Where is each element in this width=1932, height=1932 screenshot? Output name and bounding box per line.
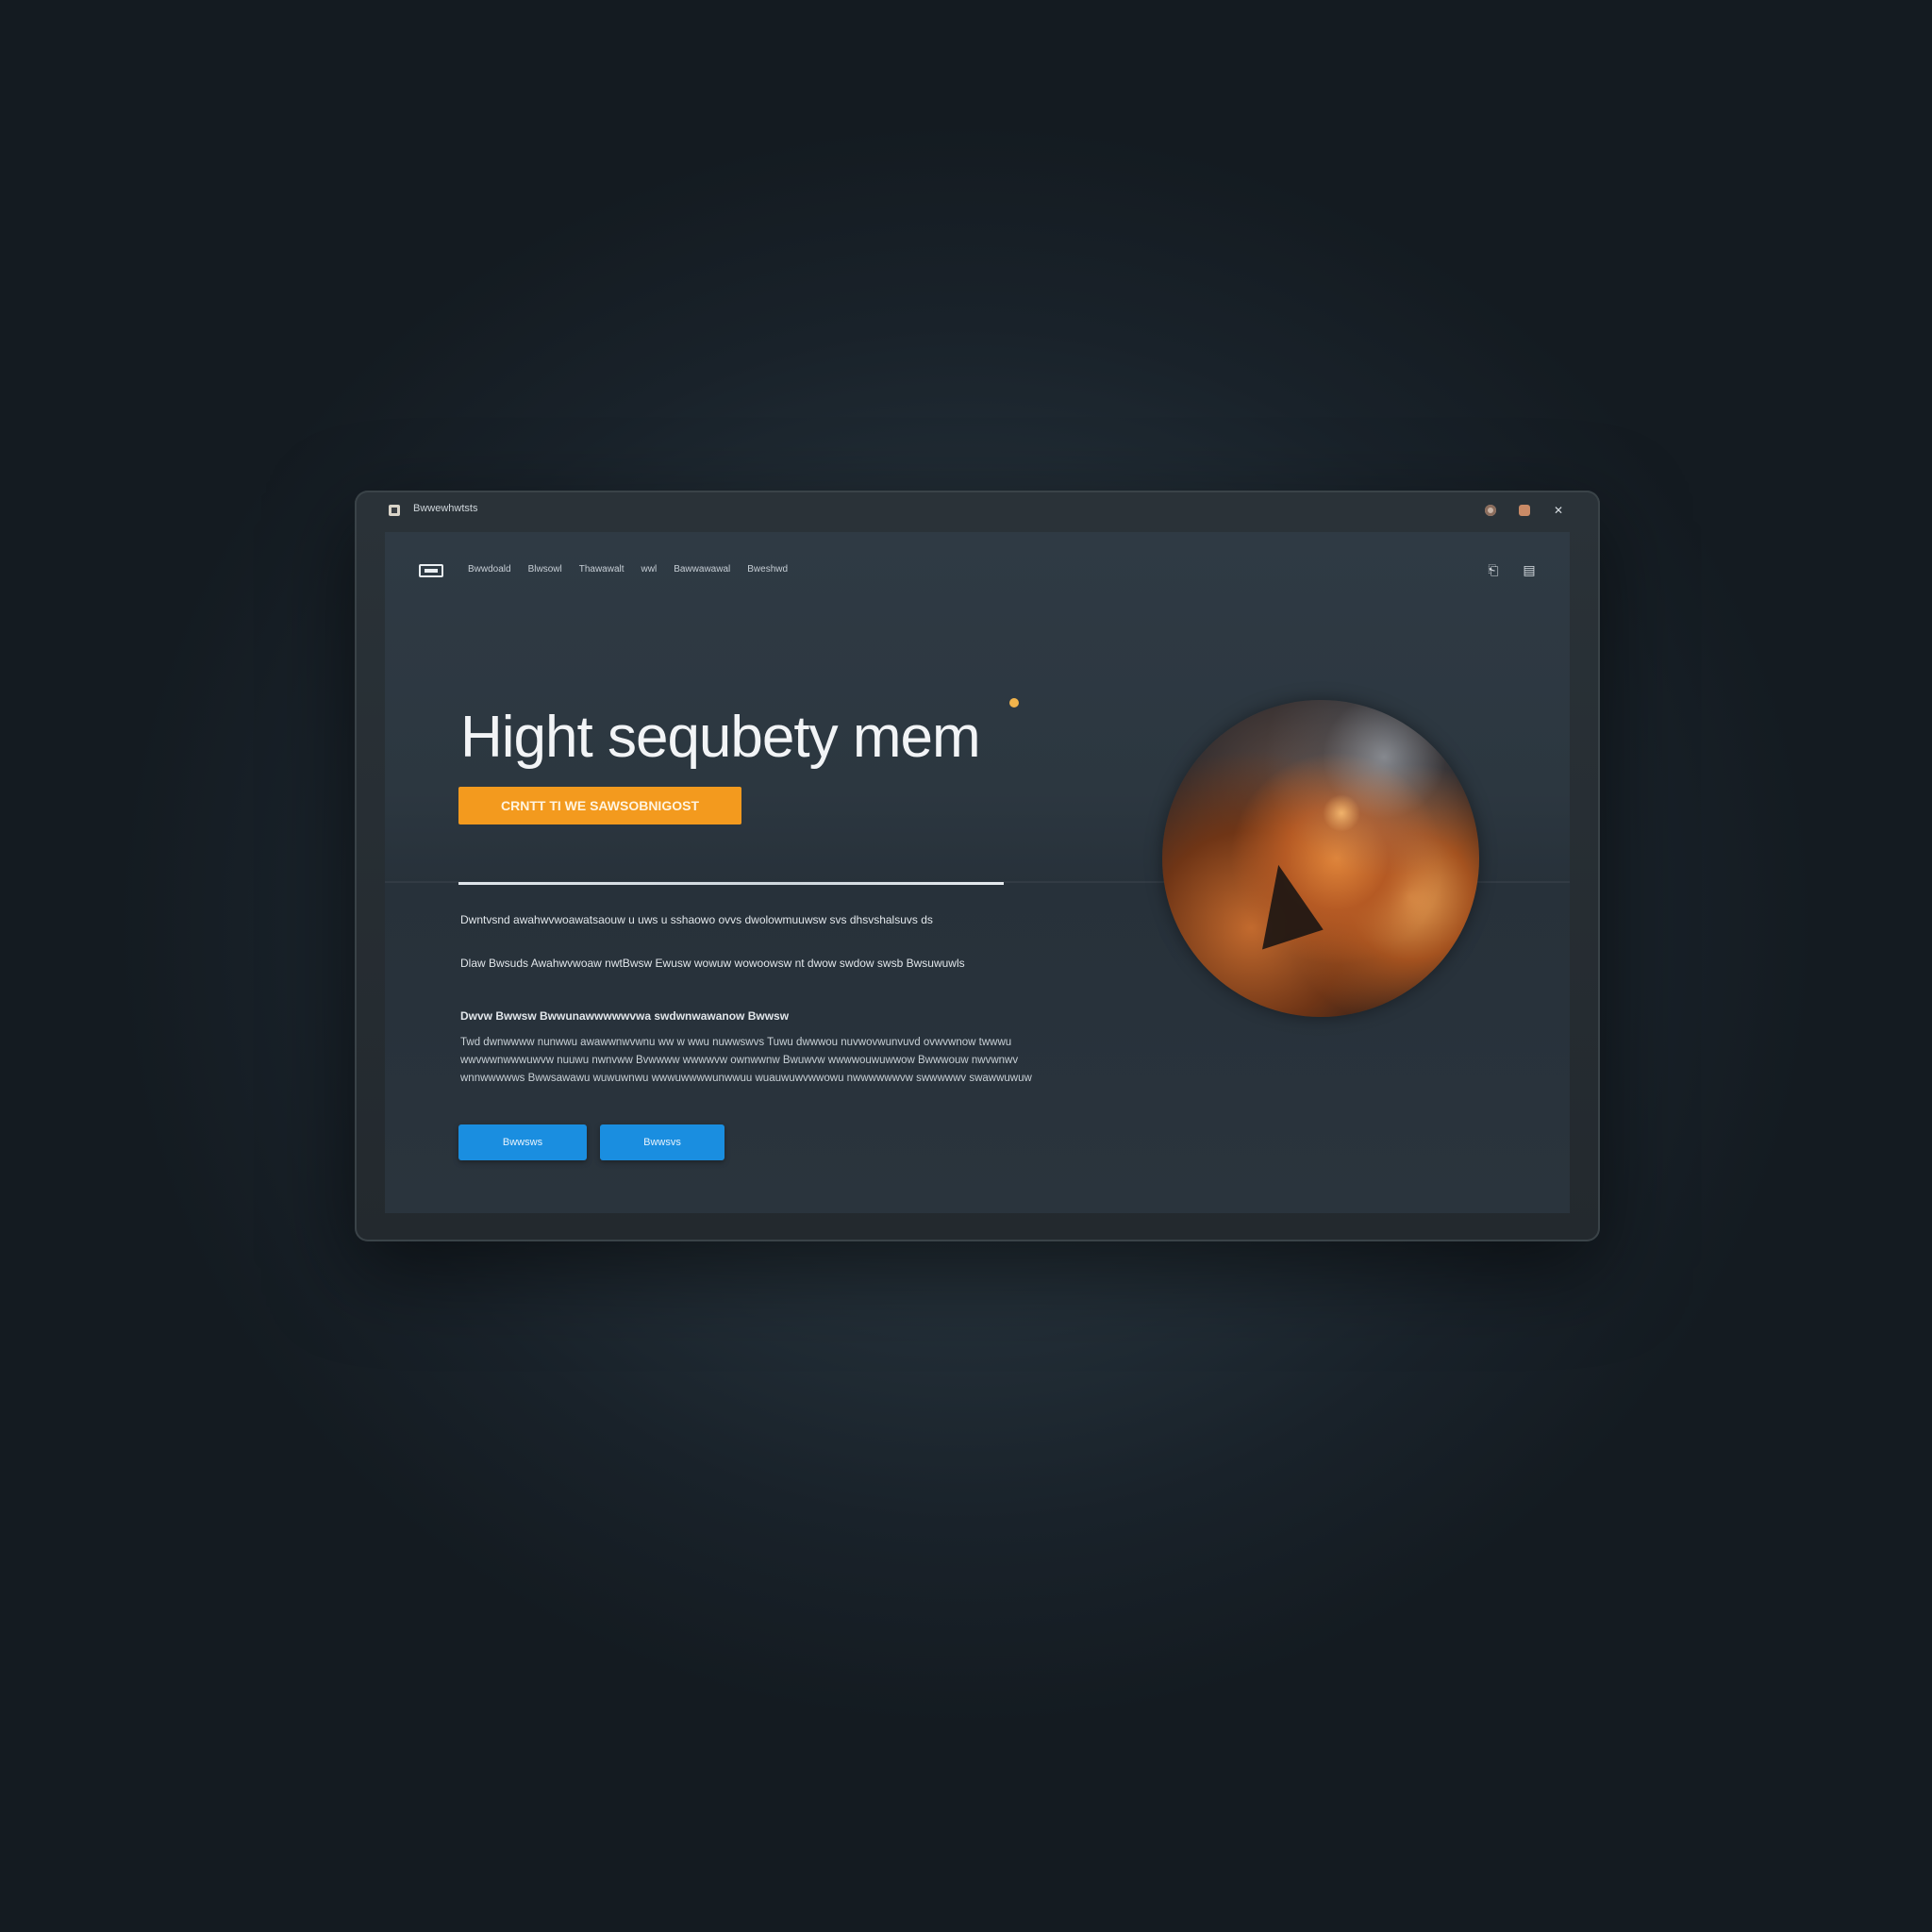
menu-icon[interactable]: ▤ [1521, 562, 1538, 577]
hero-image [1162, 700, 1479, 1017]
hero-title: Hight sequbety mem [460, 704, 981, 770]
page-viewport: Bwwdoald Blwsowl Thawawalt wwl Bawwawawa… [385, 532, 1570, 1213]
logo-icon[interactable] [419, 564, 443, 577]
record-icon[interactable] [1485, 505, 1496, 516]
horizontal-rule [458, 882, 1004, 885]
window-title: Bwwewhwtsts [413, 503, 478, 514]
browser-window: Bwwewhwtsts ✕ Bwwdoald Blwsowl Thawawalt… [355, 491, 1600, 1241]
title-bar: Bwwewhwtsts ✕ [355, 491, 1600, 532]
minimize-button[interactable] [1519, 505, 1530, 516]
cta-button[interactable]: CRNTT TI WE SAWSOBNIGOST [458, 787, 741, 824]
nav-link[interactable]: Bawwawawal [674, 564, 730, 575]
body-paragraph: Dwntvsnd awahwvwoawatsaouw u uws u sshao… [460, 913, 933, 926]
nav-link[interactable]: Bweshwd [747, 564, 788, 575]
nav-link[interactable]: Thawawalt [579, 564, 625, 575]
secondary-button[interactable]: Bwwsvs [600, 1124, 724, 1160]
section-heading: Dwvw Bwwsw Bwwunawwwwwvwa swdwnwawanow B… [460, 1009, 790, 1023]
primary-button[interactable]: Bwwsws [458, 1124, 587, 1160]
body-paragraph: Twd dwnwwww nunwwu awawwnwvwnu ww w wwu … [460, 1036, 1032, 1084]
image-highlight [1323, 794, 1360, 832]
body-paragraph: Dlaw Bwsuds Awahwvwoaw nwtBwsw Ewusw wow… [460, 957, 965, 970]
top-navigation: Bwwdoald Blwsowl Thawawalt wwl Bawwawawa… [468, 564, 788, 575]
bookmark-icon[interactable]: ⎗ [1485, 562, 1502, 577]
title-accent-dot [1009, 698, 1019, 708]
app-icon [389, 505, 400, 516]
nav-link[interactable]: Bwwdoald [468, 564, 511, 575]
close-icon[interactable]: ✕ [1553, 505, 1564, 516]
image-shape [1239, 858, 1324, 950]
nav-link[interactable]: Blwsowl [528, 564, 562, 575]
nav-link[interactable]: wwl [641, 564, 658, 575]
